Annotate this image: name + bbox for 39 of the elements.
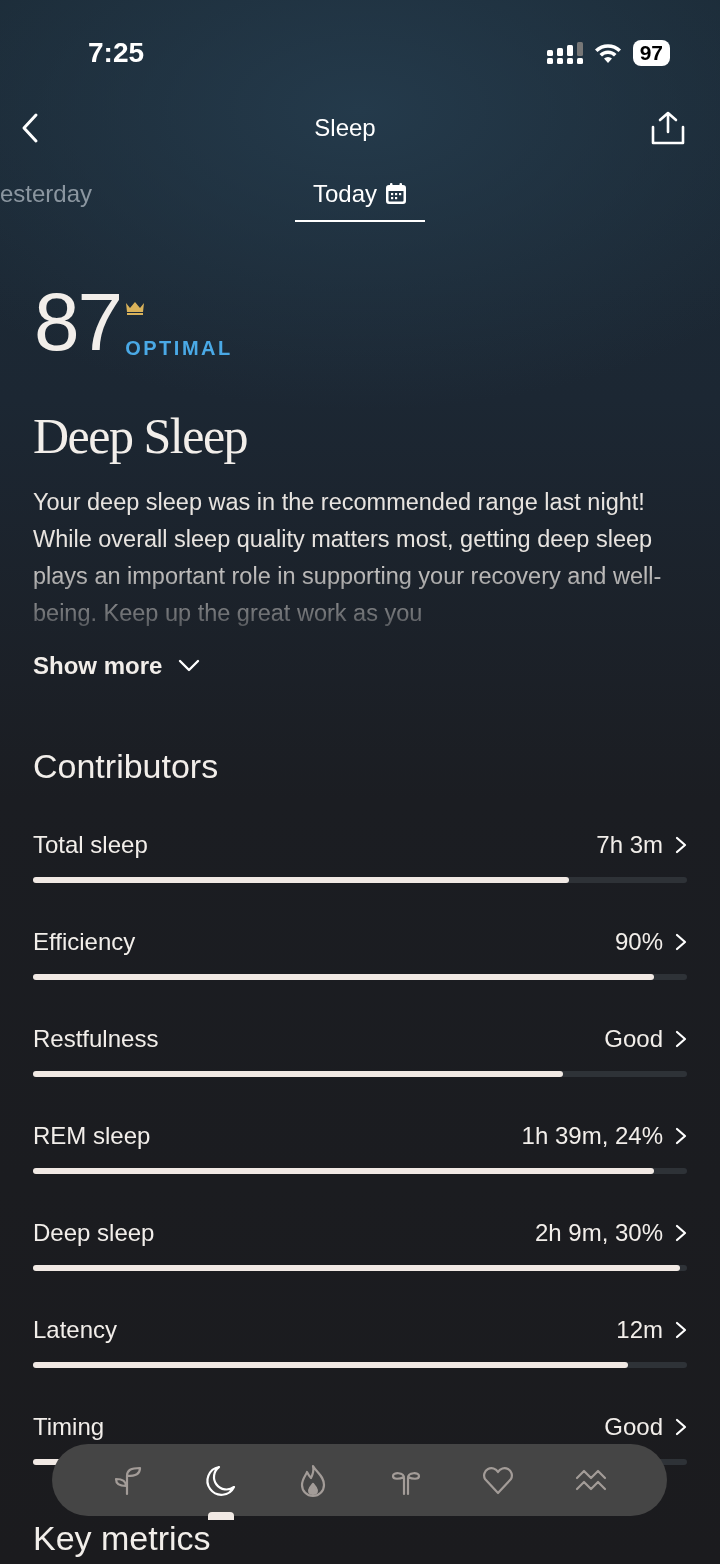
contributor-value-link[interactable]: Good: [604, 1413, 687, 1441]
contributor-label: Restfulness: [33, 1025, 159, 1053]
chevron-right-icon: [675, 1321, 687, 1339]
chevron-right-icon: [675, 836, 687, 854]
battery-indicator: 97: [632, 40, 670, 66]
insight-title: Deep Sleep: [33, 407, 249, 466]
wifi-icon: [592, 42, 623, 64]
contributor-label: Total sleep: [33, 831, 148, 859]
selected-tab-indicator: [207, 1512, 234, 1520]
chevron-right-icon: [675, 1418, 687, 1436]
status-time: 7:25: [88, 37, 145, 69]
contributor-value-link[interactable]: 2h 9m, 30%: [534, 1219, 687, 1247]
date-tab[interactable]: esterday: [0, 172, 107, 220]
contributor-label: REM sleep: [33, 1122, 151, 1150]
back-button[interactable]: [20, 112, 40, 144]
contributor-value-link[interactable]: Good: [604, 1025, 687, 1053]
signal-icon: [546, 42, 583, 64]
section-title: Contributors: [33, 746, 220, 787]
chevron-right-icon: [675, 1224, 687, 1242]
contributor-label: Deep sleep: [33, 1219, 155, 1247]
chevron-right-icon: [675, 933, 687, 951]
show-more-button[interactable]: Show more: [33, 652, 201, 680]
chevron-right-icon: [675, 1030, 687, 1048]
section-title: Key metrics: [33, 1519, 212, 1557]
date-tab[interactable]: Today: [295, 172, 425, 222]
contributor-label: Efficiency: [33, 928, 136, 956]
contributor-label: Timing: [33, 1413, 105, 1441]
contributor-label: Latency: [33, 1316, 118, 1344]
contributor-value-link[interactable]: 90%: [614, 928, 687, 956]
score-value: 87: [34, 282, 122, 362]
contributor-value-link[interactable]: 7h 3m: [596, 831, 687, 859]
share-button[interactable]: [650, 110, 686, 146]
chevron-right-icon: [675, 1127, 687, 1145]
chevron-down-icon: [178, 659, 201, 673]
screen-title: Sleep: [314, 114, 376, 142]
contributor-value-link[interactable]: 12m: [616, 1316, 687, 1344]
insight-text: Your deep sleep was in the recommended range last night! While overall sleep quality matters most, getting deep sleep plays an important role in supporting your recovery and well-being. Keep up the great work as you: [33, 488, 663, 628]
contributor-value-link[interactable]: 1h 39m, 24%: [521, 1122, 687, 1150]
score-rating: OPTIMAL: [125, 337, 233, 360]
